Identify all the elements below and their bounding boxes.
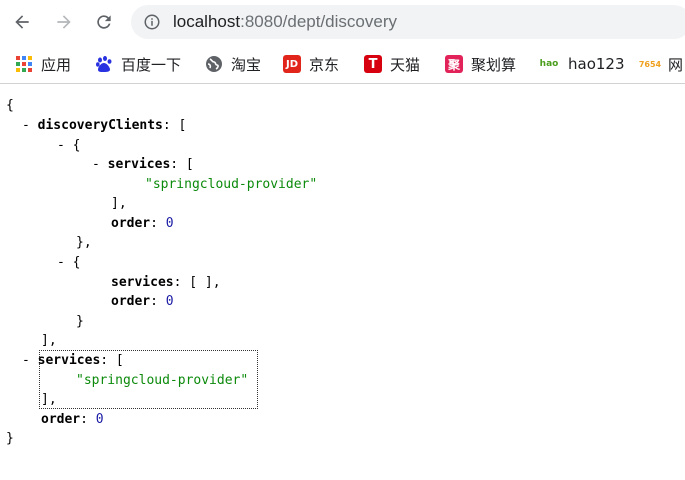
bookmark-label: 天猫 bbox=[390, 55, 421, 74]
json-line: }, bbox=[76, 235, 92, 250]
bookmark-juhuasuan[interactable]: 聚 聚划算 bbox=[445, 53, 516, 75]
json-line: - services: [ bbox=[92, 157, 194, 172]
bookmark-7654[interactable]: 7654 网 bbox=[638, 53, 683, 75]
bookmark-label: 京东 bbox=[309, 55, 340, 74]
json-line: "springcloud-provider" bbox=[76, 371, 248, 391]
json-key: order bbox=[111, 294, 151, 309]
json-key: discoveryClients bbox=[37, 118, 163, 133]
json-line: "springcloud-provider" bbox=[145, 175, 317, 195]
json-number: 0 bbox=[165, 216, 174, 231]
address-bar[interactable]: localhost:8080/dept/discovery bbox=[131, 5, 685, 39]
json-line: ], bbox=[41, 392, 57, 407]
json-number: 0 bbox=[95, 412, 104, 427]
close-brace: } bbox=[6, 431, 14, 446]
json-line: } bbox=[6, 429, 14, 449]
bookmark-baidu[interactable]: 百度一下 bbox=[95, 53, 181, 75]
juhuasuan-icon: 聚 bbox=[445, 55, 463, 73]
back-arrow-icon bbox=[15, 15, 29, 29]
reload-icon bbox=[97, 15, 111, 29]
json-key: services bbox=[111, 275, 174, 290]
bookmark-taobao[interactable]: 淘宝 bbox=[205, 53, 261, 75]
json-line: order: 0 bbox=[111, 294, 174, 309]
collapse-toggle[interactable]: - bbox=[22, 353, 30, 368]
json-line: - { bbox=[57, 255, 81, 270]
back-button[interactable] bbox=[8, 8, 36, 36]
bookmark-apps[interactable]: 应用 bbox=[15, 53, 71, 75]
json-key: services bbox=[107, 157, 171, 172]
url-path: :8080/dept/discovery bbox=[240, 12, 397, 31]
bookmark-hao123[interactable]: hao hao123 bbox=[538, 53, 625, 75]
reload-button[interactable] bbox=[90, 8, 118, 36]
browser-toolbar: localhost:8080/dept/discovery bbox=[0, 0, 685, 44]
bookmarks-bar: 应用 百度一下 淘宝 JD 京东 T 天猫 聚 聚划算 hao hao123 7… bbox=[0, 44, 685, 84]
bookmark-label: 网 bbox=[668, 55, 684, 74]
bookmark-tmall[interactable]: T 天猫 bbox=[364, 53, 420, 75]
json-line: services: [ ], bbox=[111, 275, 221, 290]
collapse-toggle[interactable]: - bbox=[57, 138, 65, 153]
empty-array: [ ] bbox=[189, 275, 213, 290]
globe-icon bbox=[206, 56, 222, 72]
bookmark-label: 聚划算 bbox=[471, 55, 517, 74]
bookmark-label: 百度一下 bbox=[121, 55, 182, 74]
apps-grid-icon bbox=[16, 56, 32, 72]
json-line: ], bbox=[41, 333, 57, 348]
json-line: } bbox=[76, 314, 84, 329]
json-line: - discoveryClients: [ bbox=[22, 118, 187, 133]
baidu-paw-icon bbox=[96, 56, 112, 72]
jd-icon: JD bbox=[283, 55, 301, 73]
json-line: { bbox=[6, 96, 14, 116]
json-key: services bbox=[37, 353, 101, 368]
json-string: "springcloud-provider" bbox=[145, 177, 318, 192]
tmall-icon: T bbox=[364, 55, 382, 73]
bookmark-label: 淘宝 bbox=[231, 55, 262, 74]
json-line: order: 0 bbox=[41, 412, 104, 427]
json-line: order: 0 bbox=[111, 216, 174, 231]
url-host: localhost bbox=[173, 12, 241, 31]
7654-icon: 7654 bbox=[638, 59, 662, 69]
open-brace: { bbox=[6, 98, 14, 113]
url-text[interactable]: localhost:8080/dept/discovery bbox=[173, 12, 397, 32]
site-info-icon[interactable] bbox=[143, 13, 161, 31]
bookmark-jd[interactable]: JD 京东 bbox=[283, 53, 339, 75]
json-number: 0 bbox=[165, 294, 174, 309]
json-line: - services: [ bbox=[22, 353, 124, 368]
forward-arrow-icon bbox=[57, 15, 71, 29]
json-line: ], bbox=[111, 196, 127, 211]
collapse-toggle[interactable]: - bbox=[22, 118, 30, 133]
bookmark-label: 应用 bbox=[41, 55, 72, 74]
json-key: order bbox=[41, 412, 81, 427]
json-string: "springcloud-provider" bbox=[76, 373, 249, 388]
json-key: order bbox=[111, 216, 151, 231]
bookmark-label: hao123 bbox=[568, 55, 625, 73]
collapse-toggle[interactable]: - bbox=[57, 255, 65, 270]
forward-button[interactable] bbox=[50, 8, 78, 36]
hao123-icon: hao bbox=[539, 59, 559, 69]
collapse-toggle[interactable]: - bbox=[92, 157, 100, 172]
json-line: - { bbox=[57, 138, 81, 153]
